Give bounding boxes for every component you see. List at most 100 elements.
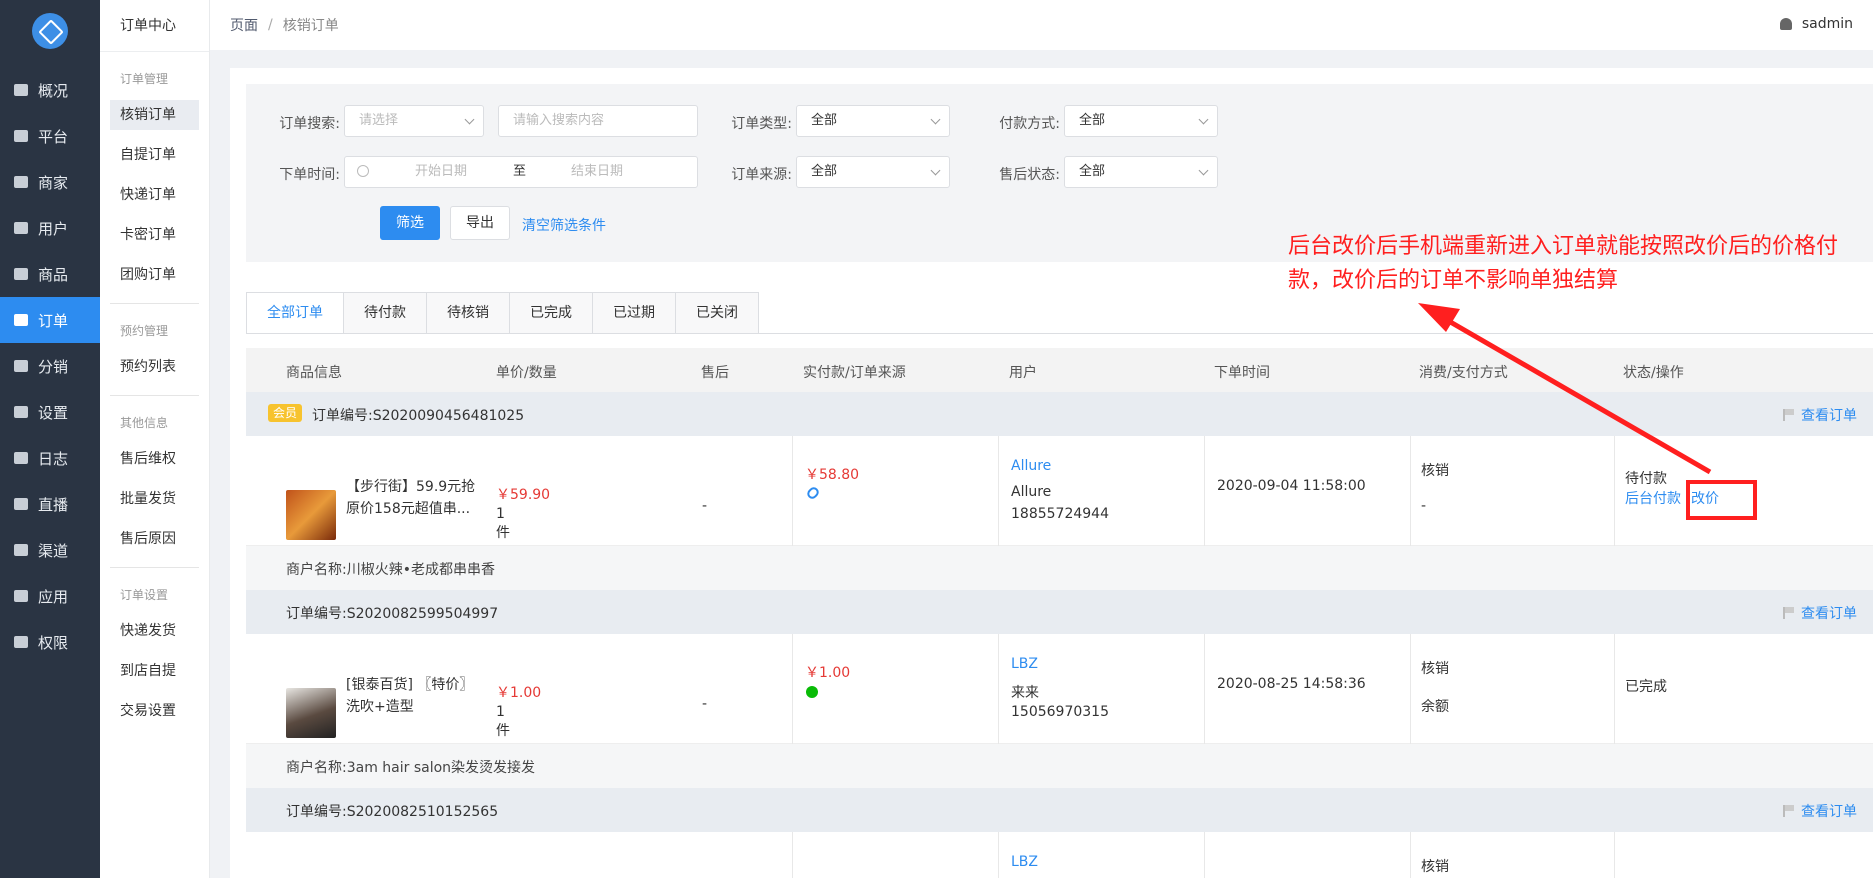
tab-expired[interactable]: 已过期 (593, 292, 676, 334)
sidebar-item-distribution[interactable]: 分销 (0, 343, 100, 389)
submenu-group-title: 订单设置 (120, 588, 169, 602)
sidebar-item-label: 商品 (38, 265, 69, 284)
submenu-item-store-pickup[interactable]: 到店自提 (100, 651, 209, 691)
chevron-down-icon (1198, 114, 1209, 125)
user-icon (14, 222, 28, 234)
tab-completed[interactable]: 已完成 (510, 292, 593, 334)
link-source-icon (805, 485, 821, 501)
sidebar-item-platform[interactable]: 平台 (0, 113, 100, 159)
annotation-highlight-box (1686, 480, 1757, 520)
order-icon (14, 314, 28, 326)
order-status-tabs: 全部订单 待付款 待核销 已完成 已过期 已关闭 (246, 292, 759, 334)
time-cell (1204, 832, 1410, 878)
sidebar-item-merchant[interactable]: 商家 (0, 159, 100, 205)
submenu-item-pickup-order[interactable]: 自提订单 (100, 135, 209, 175)
tab-closed[interactable]: 已关闭 (676, 292, 759, 334)
view-order-link[interactable]: 查看订单 (1783, 405, 1857, 425)
submenu-item-trade-settings[interactable]: 交易设置 (100, 691, 209, 731)
submenu-item-verify-order[interactable]: 核销订单 (110, 100, 199, 130)
sidebar-item-channel[interactable]: 渠道 (0, 527, 100, 573)
breadcrumb-home[interactable]: 页面 (230, 15, 258, 35)
sidebar-item-label: 渠道 (38, 541, 69, 560)
submenu-item-batch-ship[interactable]: 批量发货 (100, 479, 209, 519)
app-logo-icon[interactable] (32, 13, 68, 49)
tab-all-orders[interactable]: 全部订单 (246, 292, 344, 334)
sidebar-item-permission[interactable]: 权限 (0, 619, 100, 665)
date-range-picker[interactable]: 开始日期 至 结束日期 (344, 156, 698, 188)
select-value: 全部 (1079, 164, 1106, 179)
sidebar-item-label: 订单 (38, 311, 69, 330)
user-name-link[interactable]: Allure (1011, 458, 1051, 474)
filter-button[interactable]: 筛选 (380, 206, 440, 240)
sidebar-item-label: 权限 (38, 633, 69, 652)
product-image (286, 490, 336, 540)
consume-cell: 核销 - (1410, 436, 1614, 546)
col-paid-source: 实付款/订单来源 (803, 365, 906, 381)
sidebar-item-goods[interactable]: 商品 (0, 251, 100, 297)
user-menu[interactable]: sadmin (1779, 16, 1853, 32)
sidebar-item-log[interactable]: 日志 (0, 435, 100, 481)
merchant-row: 商户名称:3am hair salon染发烫发接发 (246, 744, 1873, 788)
submenu-item-group-order[interactable]: 团购订单 (100, 255, 209, 295)
table-row: [银泰百货] 〖特价〗 洗吹+造型 ￥1.00 1件 - ￥1.00 LBZ 来… (246, 634, 1873, 744)
status-cell (1614, 832, 1873, 878)
sidebar-item-user[interactable]: 用户 (0, 205, 100, 251)
user-name-link[interactable]: LBZ (1011, 656, 1038, 672)
sidebar-item-apps[interactable]: 应用 (0, 573, 100, 619)
apps-icon (14, 590, 28, 602)
submenu-item-after-sales-reason[interactable]: 售后原因 (100, 519, 209, 559)
search-type-select[interactable]: 请选择 (344, 105, 484, 137)
product-subtitle: 洗吹+造型 (346, 699, 414, 715)
tab-pending-verify[interactable]: 待核销 (427, 292, 510, 334)
status-cell: 已完成 (1614, 634, 1873, 744)
col-consume-pay: 消费/支付方式 (1419, 365, 1508, 381)
search-input[interactable]: 请输入搜索内容 (498, 105, 698, 137)
user-name-link[interactable]: LBZ (1011, 854, 1038, 870)
submenu-item-card-order[interactable]: 卡密订单 (100, 215, 209, 255)
submenu-item-express-order[interactable]: 快递订单 (100, 175, 209, 215)
user-cell: Allure Allure 18855724944 (998, 436, 1204, 546)
consume-type: 核销 (1421, 463, 1449, 479)
merchant-row: 商户名称:川椒火辣•老成都串串香 (246, 546, 1873, 590)
submenu-item-express-ship[interactable]: 快递发货 (100, 611, 209, 651)
after-sale-label: 售后状态: (999, 167, 1060, 183)
order-group-header: 订单编号:S2020082599504997 查看订单 (246, 590, 1873, 634)
top-bar: 页面 / 核销订单 sadmin (210, 0, 1873, 50)
after-sale-select[interactable]: 全部 (1064, 156, 1218, 188)
quantity: 1件 (496, 704, 510, 739)
chevron-down-icon (930, 114, 941, 125)
after-sale-value: - (702, 696, 708, 712)
user-nickname: Allure (1011, 484, 1052, 500)
tab-pending-payment[interactable]: 待付款 (344, 292, 427, 334)
sidebar-item-overview[interactable]: 概况 (0, 67, 100, 113)
flag-icon (1783, 607, 1794, 619)
order-status: 待付款 (1625, 471, 1667, 487)
submenu-item-reservation-list[interactable]: 预约列表 (100, 347, 209, 387)
submenu-group-title: 其他信息 (120, 416, 169, 430)
export-button[interactable]: 导出 (450, 206, 510, 240)
sidebar-item-order[interactable]: 订单 (0, 297, 100, 343)
flag-icon (1783, 805, 1794, 817)
submenu-item-after-sales[interactable]: 售后维权 (100, 439, 209, 479)
view-order-link[interactable]: 查看订单 (1783, 801, 1857, 821)
consume-cell: 核销 (1410, 832, 1614, 878)
order-type-select[interactable]: 全部 (796, 105, 950, 137)
paid-amount: ￥1.00 (805, 665, 851, 681)
sidebar-item-label: 概况 (38, 81, 69, 100)
user-nickname: 来来 (1011, 685, 1039, 701)
order-source-select[interactable]: 全部 (796, 156, 950, 188)
chevron-down-icon (930, 165, 941, 176)
view-order-link[interactable]: 查看订单 (1783, 603, 1857, 623)
clear-filters-link[interactable]: 清空筛选条件 (522, 215, 606, 235)
pay-method: - (1421, 498, 1427, 514)
member-badge: 会员 (268, 404, 303, 422)
lock-icon (14, 636, 28, 648)
sidebar-item-settings[interactable]: 设置 (0, 389, 100, 435)
backend-pay-button[interactable]: 后台付款 (1625, 488, 1681, 508)
pay-method-select[interactable]: 全部 (1064, 105, 1218, 137)
start-date-placeholder: 开始日期 (415, 164, 468, 179)
select-value: 全部 (1079, 113, 1106, 128)
store-icon (14, 176, 28, 188)
order-number: 订单编号:S2020082510152565 (286, 804, 499, 820)
sidebar-item-live[interactable]: 直播 (0, 481, 100, 527)
